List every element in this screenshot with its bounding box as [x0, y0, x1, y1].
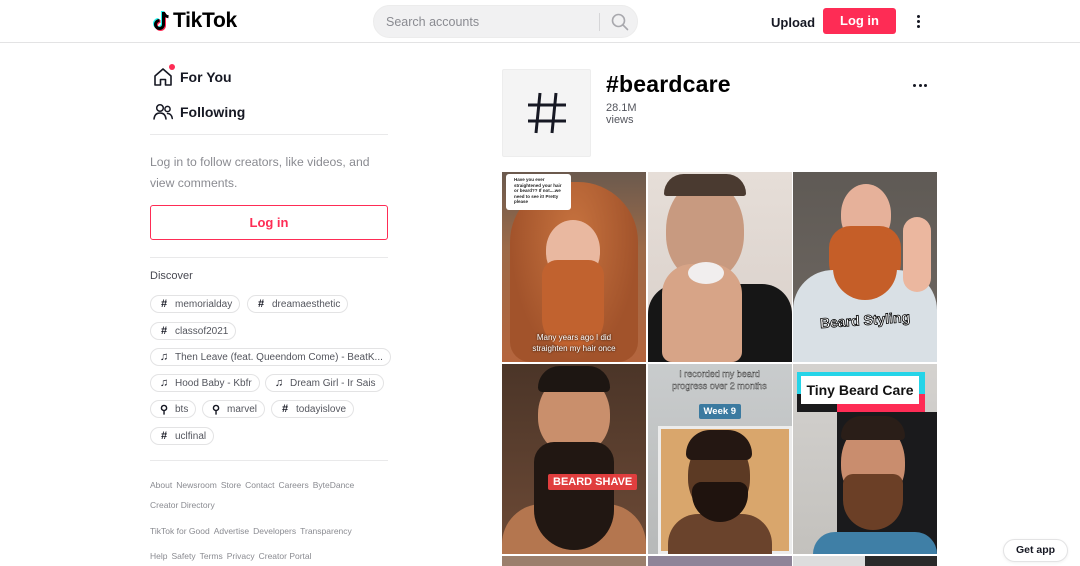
users-icon — [153, 103, 174, 120]
footer-link[interactable]: Creator Directory — [150, 500, 215, 510]
video-thumbnail[interactable]: I recorded my beard progress over 2 mont… — [647, 364, 792, 554]
discover-chip[interactable]: # todayislove — [271, 400, 355, 418]
chip-label: Then Leave (feat. Queendom Come) - BeatK… — [175, 351, 383, 363]
hashtag-icon: # — [160, 325, 168, 337]
sidebar-divider — [150, 257, 388, 258]
video-caption: Tiny Beard Care — [797, 372, 925, 412]
caption-text: BEARD SHAVE — [553, 476, 633, 488]
video-thumbnail[interactable] — [647, 172, 792, 362]
footer-link[interactable]: Careers — [278, 480, 308, 490]
footer-link[interactable]: Creator Portal — [259, 551, 312, 561]
footer-link[interactable]: Terms — [200, 551, 223, 561]
discover-chip[interactable]: ♫ Hood Baby - Kbfr — [150, 374, 260, 392]
tiktok-logo[interactable]: TikTok — [153, 9, 237, 33]
footer-link[interactable]: Developers — [253, 526, 296, 536]
video-thumbnail[interactable]: Tiny Beard Care — [793, 364, 937, 554]
following-label: Following — [180, 104, 246, 120]
discover-chip[interactable]: # uclfinal — [150, 427, 215, 445]
discover-chip[interactable]: ⚲ bts — [150, 400, 197, 418]
footer-link[interactable]: Contact — [245, 480, 274, 490]
notification-dot — [169, 64, 175, 70]
discover-chip[interactable]: ♫ Dream Girl - Ir Sais — [265, 374, 384, 392]
tiktok-note-icon — [153, 11, 169, 31]
footer-link[interactable]: Transparency — [300, 526, 352, 536]
comment-bubble: Have you ever straightened your hair or … — [506, 174, 571, 210]
video-thumbnail[interactable]: Beard Styling — [793, 172, 937, 362]
footer-link[interactable]: Newsroom — [176, 480, 217, 490]
footer-link[interactable]: Store — [221, 480, 241, 490]
chip-label: todayislove — [296, 403, 347, 415]
chip-label: marvel — [227, 403, 258, 415]
video-caption: BEARD SHAVE — [548, 474, 638, 490]
hashtag-icon: # — [160, 430, 168, 442]
hashtag-title: #beardcare — [606, 71, 731, 97]
footer-link[interactable]: Privacy — [227, 551, 255, 561]
hashtag-icon: # — [281, 403, 289, 415]
sidebar-divider — [150, 134, 388, 135]
chip-label: memorialday — [175, 298, 233, 310]
header-login-button[interactable]: Log in — [823, 8, 896, 34]
music-icon: ♫ — [274, 377, 284, 389]
footer-link[interactable]: ByteDance — [313, 480, 355, 490]
video-caption: Many years ago I did straighten my hair … — [532, 333, 616, 353]
login-prompt-text: Log in to follow creators, like videos, … — [150, 155, 370, 190]
caption-text: Tiny Beard Care — [801, 376, 919, 404]
for-you-label: For You — [180, 69, 232, 85]
chip-label: Dream Girl - Ir Sais — [290, 377, 376, 389]
upload-link[interactable]: Upload — [771, 15, 815, 30]
sidebar-divider — [150, 460, 388, 461]
hashtag-icon: # — [160, 298, 168, 310]
video-caption: I recorded my beard progress over 2 mont… — [672, 369, 767, 391]
footer-link[interactable]: Help — [150, 551, 167, 561]
search-divider — [599, 13, 600, 31]
sidebar-item-for-you[interactable]: For You — [150, 64, 232, 88]
badge-text: Week 9 — [703, 406, 737, 417]
more-horizontal-icon[interactable] — [913, 84, 930, 87]
get-app-button[interactable]: Get app — [1003, 539, 1068, 562]
search-icon: ⚲ — [159, 403, 169, 416]
hashtag-views: 28.1M views — [606, 102, 637, 126]
video-thumbnail[interactable] — [502, 556, 646, 566]
search-bar — [373, 5, 638, 38]
more-vertical-icon[interactable] — [911, 13, 925, 31]
video-grid: Have you ever straightened your hair or … — [502, 172, 937, 566]
footer-links-row: Creator Directory — [150, 500, 219, 510]
hashtag-icon — [527, 92, 566, 134]
comment-text: Have you ever straightened your hair or … — [514, 177, 562, 204]
video-thumbnail[interactable] — [793, 556, 937, 566]
search-input[interactable] — [386, 6, 596, 37]
week-badge: Week 9 — [698, 404, 742, 419]
music-icon: ♫ — [159, 351, 169, 363]
hashtag-cover — [502, 69, 591, 157]
footer-link[interactable]: Safety — [171, 551, 195, 561]
logo-text: TikTok — [173, 9, 237, 32]
video-thumbnail[interactable]: BEARD SHAVE — [502, 364, 646, 554]
top-nav: TikTok Upload Log in — [0, 0, 1080, 43]
sidebar-item-following[interactable]: Following — [150, 101, 245, 123]
footer-link[interactable]: About — [150, 480, 172, 490]
search-icon[interactable] — [610, 12, 630, 32]
footer-links-row: About Newsroom Store Contact Careers ByteDanc… — [150, 480, 358, 490]
music-icon: ♫ — [159, 377, 169, 389]
hashtag-icon: # — [257, 298, 265, 310]
discover-chip[interactable]: # memorialday — [150, 295, 241, 313]
chip-label: classof2021 — [175, 325, 229, 337]
footer-links-row: Help Safety Terms Privacy Creator Portal — [150, 551, 316, 561]
discover-chip[interactable]: ♫ Then Leave (feat. Queendom Come) - Beat… — [150, 348, 391, 366]
discover-chip[interactable]: # classof2021 — [150, 322, 237, 340]
video-thumbnail[interactable]: Have you ever straightened your hair or … — [502, 172, 646, 362]
footer-link[interactable]: TikTok for Good — [150, 526, 210, 536]
video-thumbnail[interactable] — [647, 556, 792, 566]
chip-label: uclfinal — [175, 430, 207, 442]
discover-title: Discover — [150, 270, 193, 282]
discover-chip[interactable]: # dreamaesthetic — [247, 295, 349, 313]
footer-links-row: TikTok for Good Advertise Developers Transp… — [150, 526, 356, 536]
chip-label: dreamaesthetic — [272, 298, 341, 310]
footer-link[interactable]: Advertise — [214, 526, 249, 536]
discover-chip[interactable]: ⚲ marvel — [202, 400, 266, 418]
sidebar-login-button[interactable]: Log in — [150, 205, 388, 240]
chip-label: bts — [175, 403, 189, 415]
chip-label: Hood Baby - Kbfr — [175, 377, 252, 389]
search-icon: ⚲ — [211, 403, 221, 416]
